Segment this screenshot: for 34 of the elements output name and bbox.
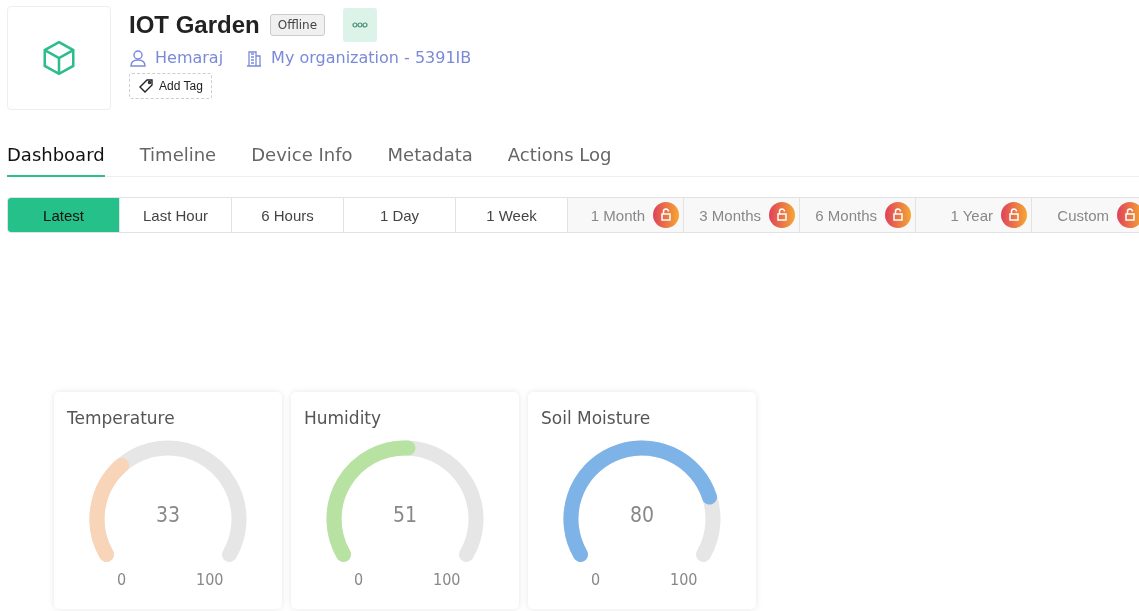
gauge-min-label: 0: [117, 570, 127, 589]
cube-icon: [40, 39, 78, 77]
gauge-value: 51: [391, 503, 418, 527]
gauge-title: Humidity: [304, 408, 382, 428]
status-badge: Offline: [269, 14, 326, 36]
time-range-button[interactable]: 6 Months: [800, 198, 916, 232]
time-range-button[interactable]: Latest: [8, 198, 120, 232]
gauge-min-label: 0: [354, 570, 364, 589]
time-range-button[interactable]: Custom: [1032, 198, 1139, 232]
tab[interactable]: Dashboard: [7, 136, 105, 177]
gauge-max-label: 100: [196, 570, 224, 589]
time-range-button[interactable]: 3 Months: [684, 198, 800, 232]
owner-link[interactable]: Hemaraj: [155, 48, 224, 67]
tab[interactable]: Device Info: [251, 136, 353, 177]
time-range-button[interactable]: 1 Year: [916, 198, 1032, 232]
gauge-title: Temperature: [67, 408, 175, 428]
organization-link[interactable]: My organization - 5391IB: [271, 48, 472, 67]
add-tag-button[interactable]: Add Tag: [129, 73, 212, 99]
gauge-value: 33: [154, 503, 181, 527]
time-range-button[interactable]: 1 Month: [568, 198, 684, 232]
tab[interactable]: Metadata: [387, 136, 473, 177]
tab[interactable]: Actions Log: [507, 136, 612, 177]
gauge-min-label: 0: [591, 570, 601, 589]
gauge-max-label: 100: [433, 570, 461, 589]
user-icon: [129, 48, 147, 67]
more-button[interactable]: [343, 8, 378, 42]
building-icon: [245, 48, 264, 67]
gauge-title: Soil Moisture: [541, 408, 651, 428]
gauge-value: 80: [628, 503, 655, 527]
tab[interactable]: Timeline: [139, 136, 217, 177]
gauge-max-label: 100: [670, 570, 698, 589]
device-title: IOT Garden: [129, 11, 260, 39]
more-icon: [352, 22, 369, 28]
tag-icon: [138, 78, 154, 94]
